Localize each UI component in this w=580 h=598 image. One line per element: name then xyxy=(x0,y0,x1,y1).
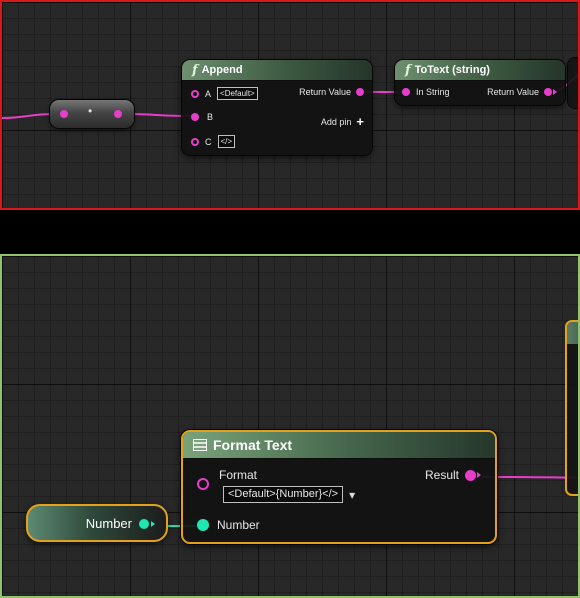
add-pin-label: Add pin xyxy=(320,116,352,127)
function-icon: f xyxy=(405,62,411,78)
totext-return-label: Return Value xyxy=(487,87,539,97)
number-output-pin[interactable] xyxy=(139,519,149,529)
wire-in-to-reroute xyxy=(2,113,55,119)
reroute-dot: • xyxy=(88,104,93,118)
result-pin[interactable] xyxy=(465,469,476,481)
reroute-input-pin[interactable] xyxy=(60,110,68,118)
append-pin-a-row[interactable]: A <Default> xyxy=(191,87,258,100)
totext-return-row[interactable]: Return Value xyxy=(487,87,557,97)
append-return-label: Return Value xyxy=(299,87,351,97)
append-return-pin[interactable] xyxy=(356,88,364,96)
append-pin-c-row[interactable]: C </> xyxy=(191,135,236,148)
totext-node-header[interactable]: f ToText (string) xyxy=(395,60,565,81)
offscreen-node-header xyxy=(567,322,578,344)
add-pin-button[interactable]: Add pin + xyxy=(321,114,364,129)
pin-arrow-icon xyxy=(477,472,481,478)
format-node-title: Format Text xyxy=(213,437,293,453)
pin-a-label: A xyxy=(205,88,212,99)
totext-return-pin[interactable] xyxy=(544,88,552,96)
pin-c[interactable] xyxy=(191,137,199,146)
bottom-graph-panel xyxy=(0,254,580,598)
reroute-node[interactable]: • xyxy=(50,100,134,128)
pin-arrow-icon xyxy=(553,89,557,95)
totext-node[interactable]: f ToText (string) In String Return Value xyxy=(395,60,565,105)
format-pin[interactable] xyxy=(197,478,209,490)
pin-arrow-icon xyxy=(151,521,155,527)
number-variable-node[interactable]: Number xyxy=(26,504,168,542)
totext-in-label: In String xyxy=(416,87,450,97)
totext-in-pin[interactable] xyxy=(402,88,410,96)
format-text-field[interactable]: <Default>{Number}</> xyxy=(223,486,344,503)
number-input-row[interactable]: Number xyxy=(197,518,260,532)
pin-a[interactable] xyxy=(191,89,199,98)
format-text-node[interactable]: Format Text Format <Default>{Number}</> … xyxy=(181,430,497,544)
append-node[interactable]: f Append A <Default> B C </> Return Valu… xyxy=(182,60,372,155)
number-input-label: Number xyxy=(217,518,260,532)
totext-node-title: ToText (string) xyxy=(414,64,490,76)
append-pin-b-row[interactable]: B xyxy=(191,112,213,122)
chevron-down-icon[interactable]: ▾ xyxy=(349,488,355,502)
append-node-title: Append xyxy=(201,64,243,76)
offscreen-node-bottom[interactable] xyxy=(565,320,578,496)
reroute-output-pin[interactable] xyxy=(114,110,122,118)
result-label: Result xyxy=(424,468,459,482)
pin-b[interactable] xyxy=(191,113,199,121)
totext-in-row[interactable]: In String xyxy=(402,87,450,97)
function-icon: f xyxy=(192,62,198,78)
number-input-pin[interactable] xyxy=(197,519,209,531)
append-return-row[interactable]: Return Value xyxy=(299,87,364,97)
format-text-icon xyxy=(193,439,207,451)
format-label: Format xyxy=(219,468,258,482)
format-pin-row[interactable]: Format xyxy=(197,468,257,490)
offscreen-node-top[interactable] xyxy=(568,58,578,108)
pin-a-default-field[interactable]: <Default> xyxy=(217,87,258,100)
append-node-header[interactable]: f Append xyxy=(182,60,372,81)
result-pin-row[interactable]: Result xyxy=(425,468,481,482)
format-node-header[interactable]: Format Text xyxy=(183,432,495,459)
number-node-label: Number xyxy=(85,516,132,531)
format-field-row[interactable]: <Default>{Number}</> ▾ xyxy=(223,486,355,503)
bottom-wires xyxy=(152,476,578,527)
plus-icon: + xyxy=(356,114,364,129)
pin-b-label: B xyxy=(207,112,214,122)
pin-c-default-field[interactable]: </> xyxy=(217,135,236,148)
top-graph-panel: • f Append A <Default> B C </> Return Va… xyxy=(0,0,580,210)
pin-c-label: C xyxy=(205,136,212,147)
